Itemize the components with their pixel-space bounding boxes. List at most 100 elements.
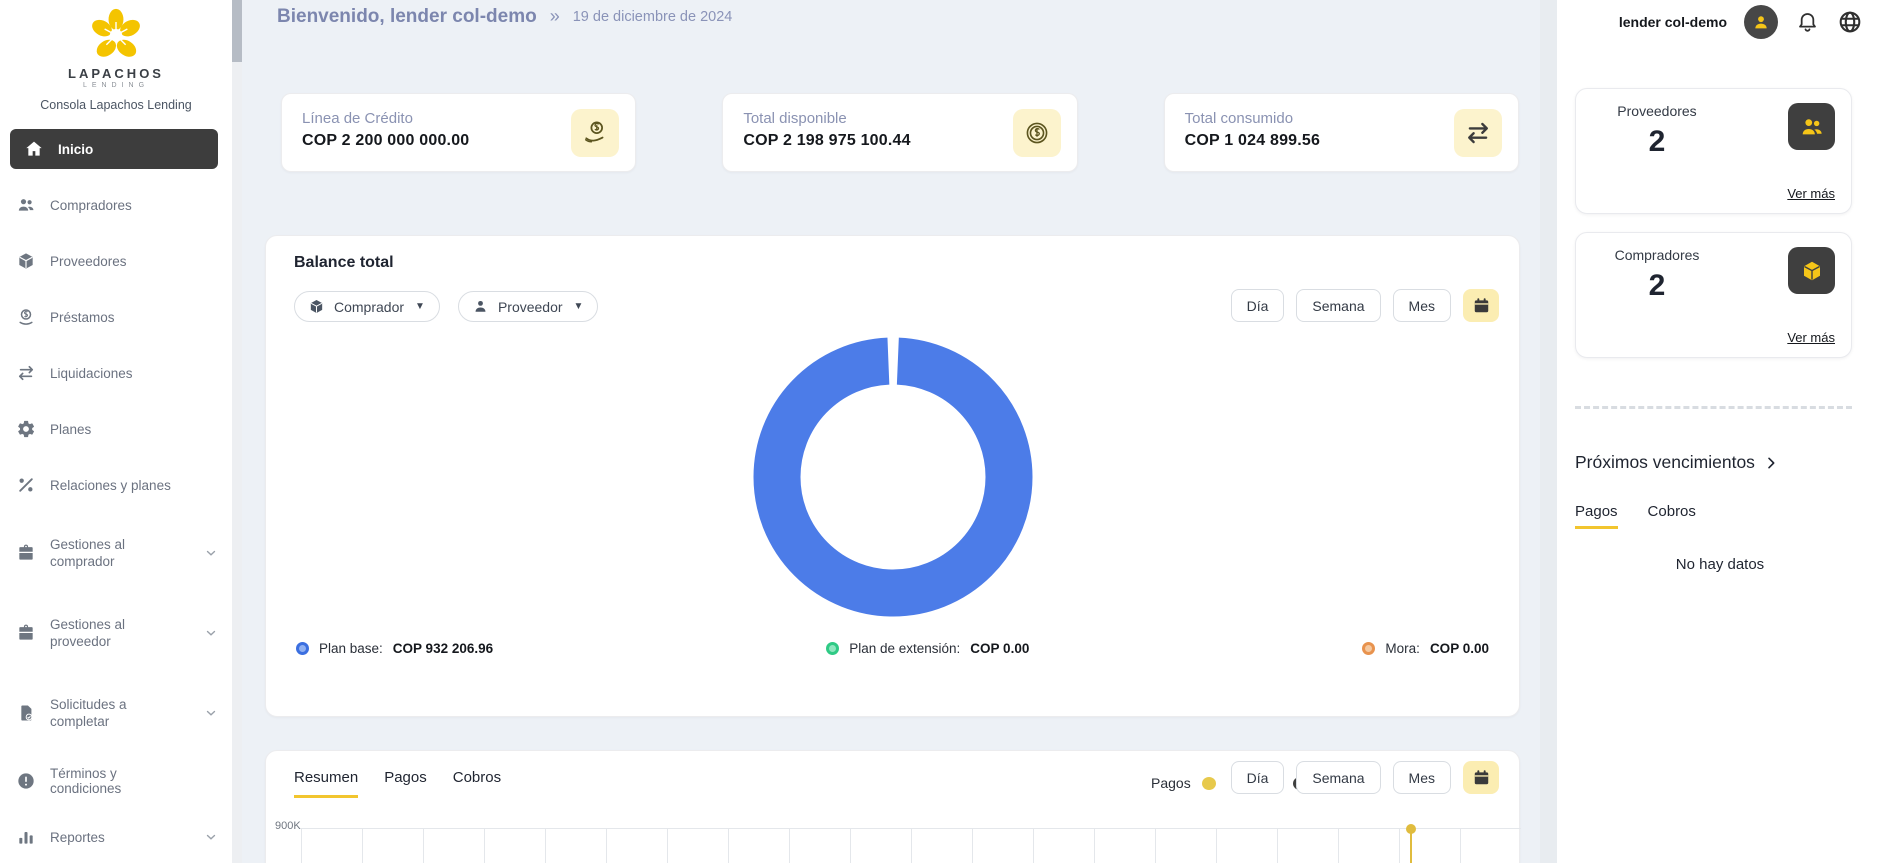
tab-pagos[interactable]: Pagos <box>384 769 427 798</box>
left-sidebar: LAPACHOS LENDING Consola Lapachos Lendin… <box>0 0 232 863</box>
brand-subtitle: LENDING <box>0 82 232 89</box>
ver-mas-link[interactable]: Ver más <box>1787 330 1835 345</box>
stats-row: Línea de Crédito COP 2 200 000 000.00 To… <box>281 93 1519 172</box>
legend-dot-blue <box>296 642 309 655</box>
empty-state-text: No hay datos <box>1557 556 1883 573</box>
dashed-divider <box>1575 406 1852 409</box>
filter-proveedor-dropdown[interactable]: Proveedor ▼ <box>458 291 599 322</box>
legend-label: Plan base: <box>319 641 383 656</box>
sidebar-item-inicio[interactable]: Inicio <box>10 129 218 169</box>
topbar-user-area: lender col-demo <box>1619 5 1863 39</box>
hand-coin-icon <box>571 109 619 157</box>
chevron-right-icon <box>1763 455 1779 471</box>
swap-arrows-icon <box>16 363 36 383</box>
legend-item-plan-extension: Plan de extensión: COP 0.00 <box>826 641 1029 656</box>
semana-button[interactable]: Semana <box>1296 289 1380 322</box>
sidebar-item-prestamos[interactable]: Préstamos <box>0 297 232 337</box>
sidebar-scrollbar-track[interactable] <box>232 0 242 863</box>
sidebar-item-label: Gestiones al comprador <box>50 536 188 570</box>
panel-card-value: 2 <box>1576 269 1738 303</box>
y-axis-tick-900k: 900K <box>275 820 301 832</box>
caret-down-icon: ▼ <box>415 301 425 312</box>
sidebar-item-proveedores[interactable]: Proveedores <box>0 241 232 281</box>
calendar-button[interactable] <box>1463 289 1499 322</box>
chevron-down-icon <box>204 626 218 640</box>
notifications-bell-icon[interactable] <box>1795 10 1820 35</box>
legend-label: Pagos <box>1151 775 1191 791</box>
stat-label: Total disponible <box>743 110 1056 127</box>
balance-donut-chart[interactable] <box>752 336 1034 618</box>
sidebar-item-label: Préstamos <box>50 310 115 325</box>
user-avatar[interactable] <box>1744 5 1778 39</box>
transfer-icon <box>1454 109 1502 157</box>
coins-icon <box>1013 109 1061 157</box>
sidebar-item-relaciones-y-planes[interactable]: Relaciones y planes <box>0 465 232 505</box>
compradores-card: Compradores 2 Ver más <box>1575 232 1852 358</box>
legend-item-mora: Mora: COP 0.00 <box>1362 641 1489 656</box>
sidebar-scrollbar-thumb[interactable] <box>232 0 242 62</box>
proximos-vencimientos-title[interactable]: Próximos vencimientos <box>1575 452 1779 473</box>
person-icon <box>472 298 489 315</box>
main-scrollbar-track[interactable] <box>1540 0 1557 863</box>
tab-cobros[interactable]: Cobros <box>1648 503 1696 529</box>
panel-card-title: Proveedores <box>1576 103 1738 119</box>
chevron-down-icon <box>204 546 218 560</box>
brand-block: LAPACHOS LENDING Consola Lapachos Lendin… <box>0 8 232 112</box>
sidebar-item-liquidaciones[interactable]: Liquidaciones <box>0 353 232 393</box>
briefcase-icon <box>16 543 36 563</box>
sidebar-item-gestiones-al-proveedor[interactable]: Gestiones al proveedor <box>0 601 232 665</box>
balance-legend: Plan base: COP 932 206.96 Plan de extens… <box>296 641 1489 656</box>
ver-mas-link[interactable]: Ver más <box>1787 186 1835 201</box>
balance-filters: Comprador ▼ Proveedor ▼ <box>294 291 598 322</box>
mes-button[interactable]: Mes <box>1393 289 1451 322</box>
clipboard-check-icon <box>16 703 36 723</box>
sidebar-item-gestiones-al-comprador[interactable]: Gestiones al comprador <box>0 521 232 585</box>
calendar-icon <box>1472 768 1491 787</box>
dia-button[interactable]: Día <box>1231 289 1285 322</box>
stat-value: COP 1 024 899.56 <box>1185 132 1498 150</box>
filter-label: Comprador <box>334 299 404 315</box>
filter-comprador-dropdown[interactable]: Comprador ▼ <box>294 291 440 322</box>
sidebar-item-planes[interactable]: Planes <box>0 409 232 449</box>
legend-value: COP 932 206.96 <box>393 641 493 656</box>
tab-resumen[interactable]: Resumen <box>294 769 358 798</box>
double-chevron-icon: » <box>550 6 560 27</box>
chevron-down-icon <box>204 706 218 720</box>
gear-icon <box>16 419 36 439</box>
page-header: Bienvenido, lender col-demo » 19 de dici… <box>277 6 732 28</box>
sidebar-item-solicitudes-a-completar[interactable]: Solicitudes a completar <box>0 681 232 745</box>
tab-cobros[interactable]: Cobros <box>453 769 501 798</box>
tab-pagos[interactable]: Pagos <box>1575 503 1618 529</box>
sidebar-item-compradores[interactable]: Compradores <box>0 185 232 225</box>
vencimientos-tabs: Pagos Cobros <box>1575 503 1696 529</box>
stat-label: Total consumido <box>1185 110 1498 127</box>
coin-hand-icon <box>16 307 36 327</box>
sidebar-item-reportes[interactable]: Reportes <box>0 817 232 857</box>
language-globe-icon[interactable] <box>1837 9 1863 35</box>
legend-dot-orange <box>1362 642 1375 655</box>
balance-total-card: Balance total Comprador ▼ Proveedor ▼ Dí… <box>265 235 1520 717</box>
bar-chart-icon <box>16 827 36 847</box>
calendar-button[interactable] <box>1463 761 1499 794</box>
sidebar-item-label: Reportes <box>50 830 105 845</box>
sidebar-item-terminos-y-condiciones[interactable]: Términos y condiciones <box>0 761 232 801</box>
balance-period-buttons: Día Semana Mes <box>1231 289 1499 322</box>
stat-value: COP 2 200 000 000.00 <box>302 132 615 150</box>
dia-button[interactable]: Día <box>1231 761 1285 794</box>
mes-button[interactable]: Mes <box>1393 761 1451 794</box>
exclamation-circle-icon <box>16 771 36 791</box>
summary-tabs: Resumen Pagos Cobros <box>294 769 501 798</box>
console-label: Consola Lapachos Lending <box>0 98 232 112</box>
summary-chart-area[interactable] <box>301 828 1521 863</box>
sidebar-item-label: Proveedores <box>50 254 127 269</box>
lapachos-flower-logo <box>87 8 145 64</box>
legend-value: COP 0.00 <box>1430 641 1489 656</box>
stat-value: COP 2 198 975 100.44 <box>743 132 1056 150</box>
semana-button[interactable]: Semana <box>1296 761 1380 794</box>
sidebar-item-label: Términos y condiciones <box>50 766 188 796</box>
proveedores-card: Proveedores 2 Ver más <box>1575 88 1852 214</box>
welcome-title: Bienvenido, lender col-demo <box>277 6 537 28</box>
legend-value: COP 0.00 <box>970 641 1029 656</box>
sidebar-nav: Inicio Compradores Proveedores Préstamos… <box>0 129 232 857</box>
sidebar-item-label: Inicio <box>58 142 93 157</box>
